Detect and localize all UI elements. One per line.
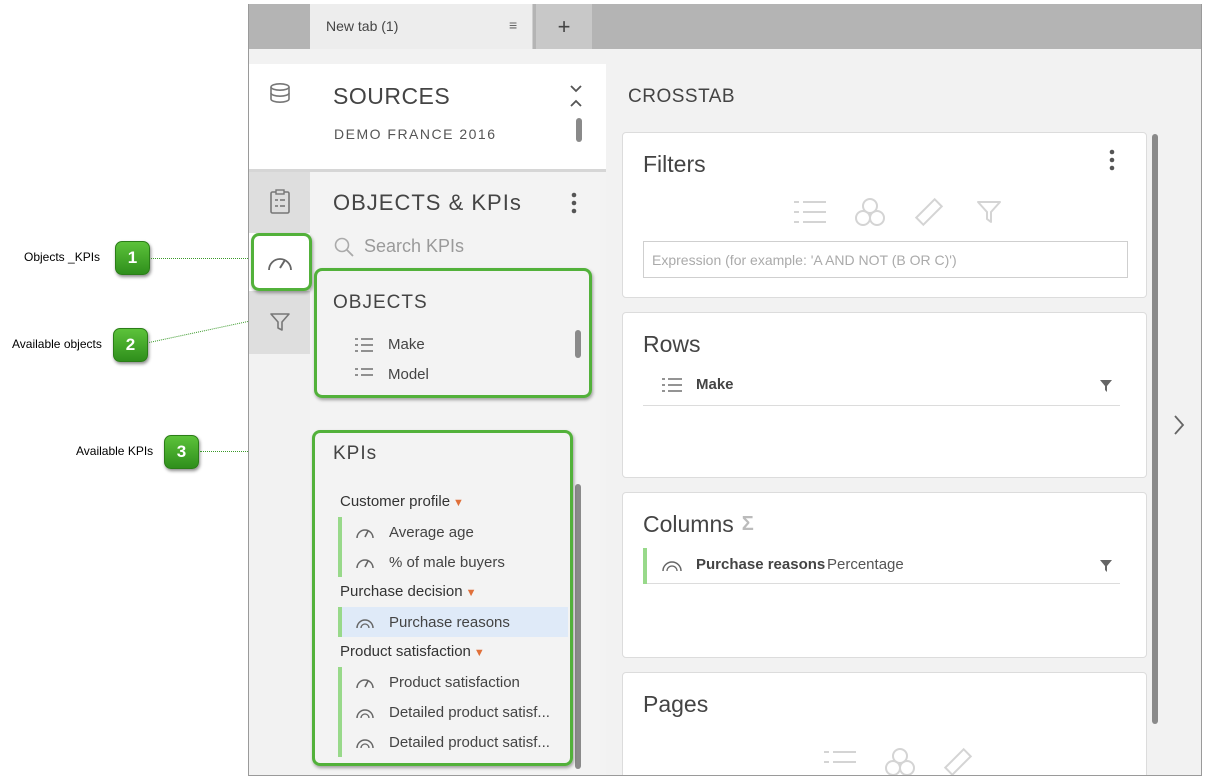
- app-window: New tab (1) ≡ + SOURCES DEMO FRANCE 2016…: [248, 4, 1202, 776]
- column-item-bar: [643, 548, 647, 584]
- callout-badge-3: 3: [164, 435, 199, 469]
- database-icon: [269, 82, 290, 104]
- rows-item-label: Make: [696, 376, 734, 393]
- list-icon: [794, 201, 826, 223]
- sources-panel: SOURCES DEMO FRANCE 2016: [310, 64, 606, 169]
- ruler-icon: [914, 197, 944, 227]
- columns-item-purchase-reasons[interactable]: Purchase reasons Percentage: [643, 548, 1120, 584]
- rail-sources: [249, 64, 310, 169]
- filter-icon[interactable]: [1099, 379, 1113, 393]
- columns-item-detail: Percentage: [827, 556, 904, 573]
- callout-connector-1: [151, 258, 252, 259]
- clusters-icon: [885, 748, 915, 775]
- clipboard-icon: [269, 189, 290, 214]
- list-icon: [824, 751, 856, 763]
- columns-title: Columns Σ: [643, 511, 754, 538]
- highlight-available-objects: [314, 268, 592, 398]
- filter-icon: [977, 201, 1001, 223]
- columns-item-label: Purchase reasons: [696, 556, 826, 573]
- crosstab-scrollbar[interactable]: [1152, 134, 1158, 724]
- list-icon: [662, 378, 682, 392]
- filter-icon: [269, 313, 290, 331]
- rows-item-make[interactable]: Make: [643, 370, 1120, 406]
- clusters-icon: [855, 198, 885, 226]
- rows-title: Rows: [643, 331, 701, 357]
- highlight-available-kpis: [312, 430, 573, 766]
- sigma-icon[interactable]: Σ: [742, 513, 754, 536]
- callout-label-objects-kpis: Objects _KPIs: [24, 250, 101, 264]
- tab-title: New tab (1): [326, 18, 399, 34]
- rail-report-button[interactable]: [249, 173, 310, 231]
- more-options-icon[interactable]: [571, 192, 577, 214]
- pages-title: Pages: [643, 691, 709, 717]
- multi-gauge-icon: [662, 561, 682, 572]
- rows-card: Rows Make: [622, 312, 1147, 478]
- tab-new-tab[interactable]: New tab (1) ≡: [310, 4, 533, 49]
- ruler-icon: [943, 747, 973, 775]
- crosstab-panel: CROSSTAB Filters Expression (for example…: [608, 64, 1169, 775]
- collapse-expand-icon[interactable]: [569, 84, 583, 108]
- sources-rail-button[interactable]: [249, 64, 310, 124]
- sources-subtitle[interactable]: DEMO FRANCE 2016: [334, 126, 496, 142]
- columns-card: Columns Σ Purchase reasons Percentage: [622, 492, 1147, 658]
- rail-filter-button[interactable]: [249, 293, 310, 351]
- highlight-objects-kpis-button: [251, 233, 312, 291]
- filters-card: Filters Expression (for example: 'A AND …: [622, 132, 1147, 298]
- callout-badge-1: 1: [115, 241, 150, 275]
- search-icon: [334, 237, 354, 257]
- sources-title: SOURCES: [333, 83, 451, 109]
- filters-title: Filters: [643, 151, 706, 177]
- sources-scrollbar[interactable]: [576, 118, 582, 142]
- filter-icon[interactable]: [1099, 559, 1113, 573]
- tab-menu-icon[interactable]: ≡: [509, 17, 517, 33]
- kpis-scrollbar[interactable]: [575, 484, 581, 769]
- chevron-right-icon[interactable]: [1173, 414, 1185, 436]
- pages-card: Pages: [622, 672, 1147, 775]
- filter-expression-input[interactable]: Expression (for example: 'A AND NOT (B O…: [643, 241, 1128, 278]
- crosstab-title: CROSSTAB: [628, 86, 736, 107]
- callout-badge-2: 2: [113, 328, 148, 362]
- search-input[interactable]: Search KPIs: [364, 236, 464, 257]
- callout-label-available-kpis: Available KPIs: [76, 444, 154, 458]
- add-tab-button[interactable]: +: [536, 4, 592, 49]
- tab-bar: New tab (1) ≡ +: [249, 4, 1201, 49]
- kpi-search[interactable]: Search KPIs: [334, 236, 464, 257]
- columns-title-text: Columns: [643, 511, 734, 537]
- callout-label-available-objects: Available objects: [12, 337, 102, 351]
- objects-kpis-title: OBJECTS & KPIs: [333, 190, 522, 215]
- more-options-icon[interactable]: [1109, 149, 1115, 171]
